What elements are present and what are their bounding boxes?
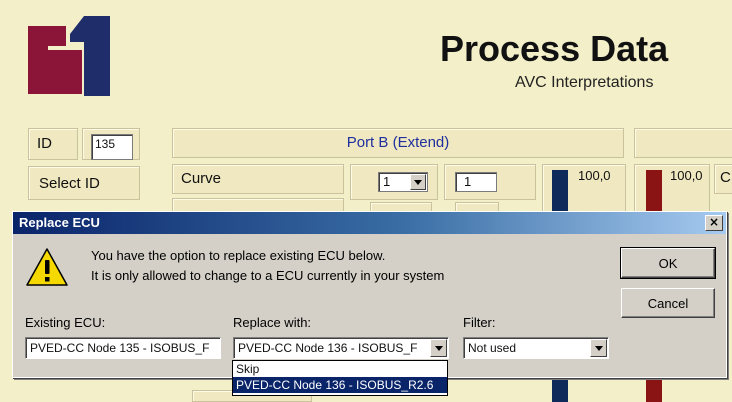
- existing-ecu-field[interactable]: PVED-CC Node 135 - ISOBUS_F: [25, 337, 221, 359]
- id-input[interactable]: 135: [91, 134, 133, 160]
- bar2-fill-lower: [646, 378, 662, 402]
- curve-label: Curve: [181, 170, 222, 187]
- select-id-button[interactable]: Select ID: [28, 166, 140, 200]
- curve-select-arrow[interactable]: [410, 174, 426, 190]
- bar1-fill: [552, 170, 568, 214]
- logo-icon: [28, 16, 110, 96]
- id-label: ID: [37, 135, 52, 152]
- id-value-cell: 135: [82, 128, 140, 160]
- replace-with-select[interactable]: PVED-CC Node 136 - ISOBUS_F: [233, 337, 449, 359]
- dropdown-option-skip[interactable]: Skip: [233, 361, 447, 377]
- replace-with-value: PVED-CC Node 136 - ISOBUS_F: [238, 341, 418, 355]
- filter-select[interactable]: Not used: [463, 337, 609, 359]
- port-b-header: Port B (Extend): [172, 128, 624, 158]
- id-label-cell: ID: [28, 128, 78, 160]
- curve-label-cell: Curve: [172, 164, 344, 194]
- select-id-label: Select ID: [39, 175, 100, 192]
- curve-select[interactable]: 1: [378, 172, 428, 192]
- dialog-title: Replace ECU: [19, 215, 100, 230]
- chevron-down-icon: [434, 345, 443, 351]
- dialog-message-line2: It is only allowed to change to a ECU cu…: [91, 268, 445, 283]
- chevron-down-icon: [594, 345, 603, 351]
- filter-value: Not used: [468, 341, 517, 355]
- bar2-value: 100,0: [670, 168, 703, 183]
- bar1-value: 100,0: [578, 168, 611, 183]
- replace-ecu-dialog: Replace ECU × You have the option to rep…: [12, 211, 727, 378]
- curve-select-value: 1: [383, 174, 391, 189]
- partial-cell: C: [714, 164, 732, 194]
- partial-label: C: [720, 169, 731, 186]
- filter-arrow[interactable]: [590, 339, 607, 357]
- port-b-label: Port B (Extend): [346, 134, 450, 151]
- dropdown-option-node-136[interactable]: PVED-CC Node 136 - ISOBUS_R2.6: [233, 377, 447, 393]
- cancel-button[interactable]: Cancel: [621, 288, 715, 318]
- ok-label: OK: [658, 255, 678, 271]
- close-button[interactable]: ×: [705, 215, 723, 231]
- bar2-fill: [646, 170, 662, 214]
- close-icon: ×: [708, 215, 720, 229]
- page-title: Process Data: [440, 28, 669, 69]
- row2-cell-a: [172, 198, 344, 212]
- replace-with-dropdown-list: Skip PVED-CC Node 136 - ISOBUS_R2.6: [232, 360, 448, 396]
- curve-input[interactable]: 1: [455, 172, 497, 192]
- dialog-titlebar[interactable]: Replace ECU: [13, 212, 726, 234]
- replace-with-arrow[interactable]: [430, 339, 447, 357]
- warning-icon: [25, 246, 69, 290]
- ok-button[interactable]: OK: [620, 247, 716, 279]
- port-c-header: [634, 128, 732, 158]
- existing-ecu-label: Existing ECU:: [25, 315, 106, 330]
- page-subtitle: AVC Interpretations: [515, 74, 654, 91]
- cancel-label: Cancel: [647, 295, 689, 311]
- filter-label: Filter:: [463, 315, 496, 330]
- chevron-down-icon: [414, 179, 422, 185]
- replace-with-label: Replace with:: [233, 315, 312, 330]
- dialog-message-line1: You have the option to replace existing …: [91, 248, 386, 263]
- bar1-fill-lower: [552, 378, 568, 402]
- company-logo: [26, 12, 116, 98]
